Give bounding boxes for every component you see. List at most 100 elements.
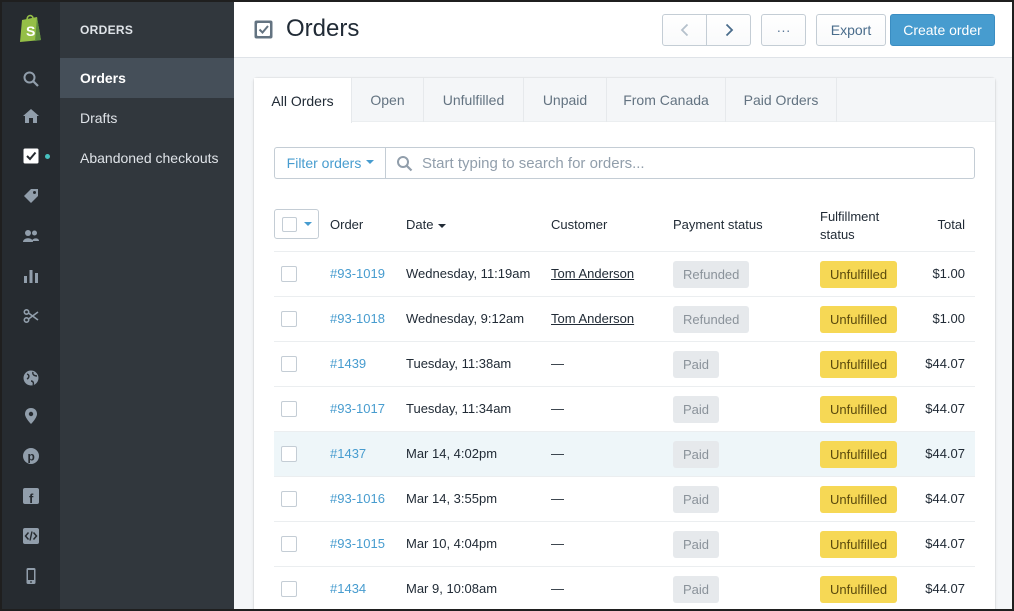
column-header-order[interactable]: Order: [330, 217, 363, 232]
table-row[interactable]: #93-1018 Wednesday, 9:12am Tom Anderson Ref…: [274, 297, 975, 342]
tab-all-orders[interactable]: All Orders: [254, 78, 352, 123]
row-checkbox[interactable]: [281, 491, 297, 507]
payment-status-badge: Paid: [673, 351, 720, 378]
table-row[interactable]: #1434 Mar 9, 10:08am — Paid Unfulfilled $44.0…: [274, 567, 975, 609]
payment-status-badge: Paid: [673, 486, 720, 513]
select-all-checkbox[interactable]: [282, 217, 297, 232]
order-number-link[interactable]: #1437: [330, 446, 366, 461]
fulfillment-status-badge: Unfulfilled: [820, 261, 898, 288]
shopify-logo-icon[interactable]: S: [18, 13, 44, 43]
fulfillment-status-badge: Unfulfilled: [820, 306, 898, 333]
order-total: $44.07: [925, 536, 965, 551]
search-box: [385, 147, 975, 179]
column-header-total[interactable]: Total: [938, 217, 965, 232]
order-cell: #93-1019: [330, 266, 385, 281]
table-row[interactable]: #93-1019 Wednesday, 11:19am Tom Anderson Re…: [274, 252, 975, 297]
customer-cell: —: [551, 446, 564, 461]
bulk-select-dropdown[interactable]: [274, 209, 319, 239]
row-checkbox[interactable]: [281, 536, 297, 552]
column-header-payment-status[interactable]: Payment status: [673, 217, 763, 232]
column-header-date-label: Date: [406, 217, 434, 232]
tab-unpaid[interactable]: Unpaid: [524, 78, 607, 122]
online-store-globe-icon[interactable]: [21, 368, 41, 388]
pos-location-icon[interactable]: [21, 406, 41, 426]
order-number-link[interactable]: #93-1015: [330, 536, 385, 551]
row-checkbox[interactable]: [281, 401, 297, 417]
row-checkbox[interactable]: [281, 311, 297, 327]
order-date: Mar 14, 3:55pm: [406, 491, 498, 506]
more-actions-button[interactable]: ···: [761, 14, 806, 46]
pinterest-icon[interactable]: p: [21, 446, 41, 466]
facebook-icon[interactable]: f: [21, 486, 41, 506]
export-button[interactable]: Export: [816, 14, 886, 46]
fulfillment-status-badge: Unfulfilled: [820, 486, 898, 513]
subnav-item-orders[interactable]: Orders: [60, 58, 234, 98]
row-checkbox[interactable]: [281, 581, 297, 597]
customer-empty: —: [551, 446, 564, 461]
order-cell: #1439: [330, 356, 366, 371]
row-checkbox[interactable]: [281, 446, 297, 462]
order-date: Wednesday, 9:12am: [406, 311, 525, 326]
tab-paid-orders[interactable]: Paid Orders: [726, 78, 837, 122]
tab-unfulfilled[interactable]: Unfulfilled: [424, 78, 524, 122]
order-number-link[interactable]: #93-1019: [330, 266, 385, 281]
customer-name-link[interactable]: Tom Anderson: [551, 266, 634, 281]
order-total: $44.07: [925, 446, 965, 461]
order-number-link[interactable]: #93-1018: [330, 311, 385, 326]
order-cell: #93-1017: [330, 401, 385, 416]
create-order-button[interactable]: Create order: [890, 14, 995, 46]
search-icon[interactable]: [21, 69, 41, 89]
column-header-date[interactable]: Date: [406, 217, 447, 232]
filter-orders-button[interactable]: Filter orders: [274, 147, 386, 179]
mobile-icon[interactable]: [21, 566, 41, 586]
column-header-fulfillment-status[interactable]: Fulfillment status: [820, 208, 879, 244]
search-icon: [397, 156, 413, 172]
table-row[interactable]: #1439 Tuesday, 11:38am — Paid Unfulfilled $44…: [274, 342, 975, 387]
subnav-item-abandoned-checkouts[interactable]: Abandoned checkouts: [60, 138, 234, 178]
page-title: Orders: [286, 15, 360, 42]
next-order-button[interactable]: [706, 14, 751, 46]
tab-from-canada[interactable]: From Canada: [607, 78, 726, 122]
tab-open[interactable]: Open: [352, 78, 424, 122]
column-header-customer[interactable]: Customer: [551, 217, 607, 232]
order-date: Mar 10, 4:04pm: [406, 536, 498, 551]
subnav-section-header: ORDERS: [80, 23, 134, 37]
customer-cell: —: [551, 491, 564, 506]
order-number-link[interactable]: #1434: [330, 581, 366, 596]
analytics-icon[interactable]: [21, 266, 41, 286]
table-row[interactable]: #93-1016 Mar 14, 3:55pm — Paid Unfulfilled $4…: [274, 477, 975, 522]
payment-status-badge: Paid: [673, 576, 720, 603]
fulfillment-status-badge: Unfulfilled: [820, 576, 898, 603]
order-total: $44.07: [925, 581, 965, 596]
fulfillment-status-badge: Unfulfilled: [820, 441, 898, 468]
search-orders-input[interactable]: [422, 148, 962, 178]
discounts-icon[interactable]: [21, 306, 41, 326]
row-checkbox[interactable]: [281, 356, 297, 372]
order-date: Tuesday, 11:34am: [406, 401, 512, 416]
row-checkbox[interactable]: [281, 266, 297, 282]
order-number-link[interactable]: #1439: [330, 356, 366, 371]
caret-down-icon: [304, 222, 312, 226]
subnav-item-drafts[interactable]: Drafts: [60, 98, 234, 138]
home-icon[interactable]: [21, 106, 41, 126]
table-row[interactable]: #1437 Mar 14, 4:02pm — Paid Unfulfilled $44.0…: [274, 432, 975, 477]
order-number-link[interactable]: #93-1016: [330, 491, 385, 506]
order-total: $44.07: [925, 491, 965, 506]
orders-card: All Orders Open Unfulfilled Unpaid From …: [254, 78, 995, 609]
products-tag-icon[interactable]: [21, 186, 41, 206]
orders-icon[interactable]: [21, 146, 41, 166]
customer-name-link[interactable]: Tom Anderson: [551, 311, 634, 326]
order-number-link[interactable]: #93-1017: [330, 401, 385, 416]
page-header: Orders ··· Export Create order: [234, 2, 1012, 58]
table-row[interactable]: #93-1015 Mar 10, 4:04pm — Paid Unfulfilled $4…: [274, 522, 975, 567]
buy-button-code-icon[interactable]: [21, 526, 41, 546]
order-cell: #93-1018: [330, 311, 385, 326]
orders-page-icon: [254, 20, 273, 39]
table-header: Order Date Customer Payment status Fulfi…: [274, 205, 975, 252]
payment-status-badge: Refunded: [673, 261, 750, 288]
table-row[interactable]: #93-1017 Tuesday, 11:34am — Paid Unfulfilled…: [274, 387, 975, 432]
previous-order-button[interactable]: [662, 14, 707, 46]
chevron-right-icon: [725, 23, 733, 37]
svg-text:f: f: [29, 491, 34, 505]
customers-icon[interactable]: [21, 226, 41, 246]
